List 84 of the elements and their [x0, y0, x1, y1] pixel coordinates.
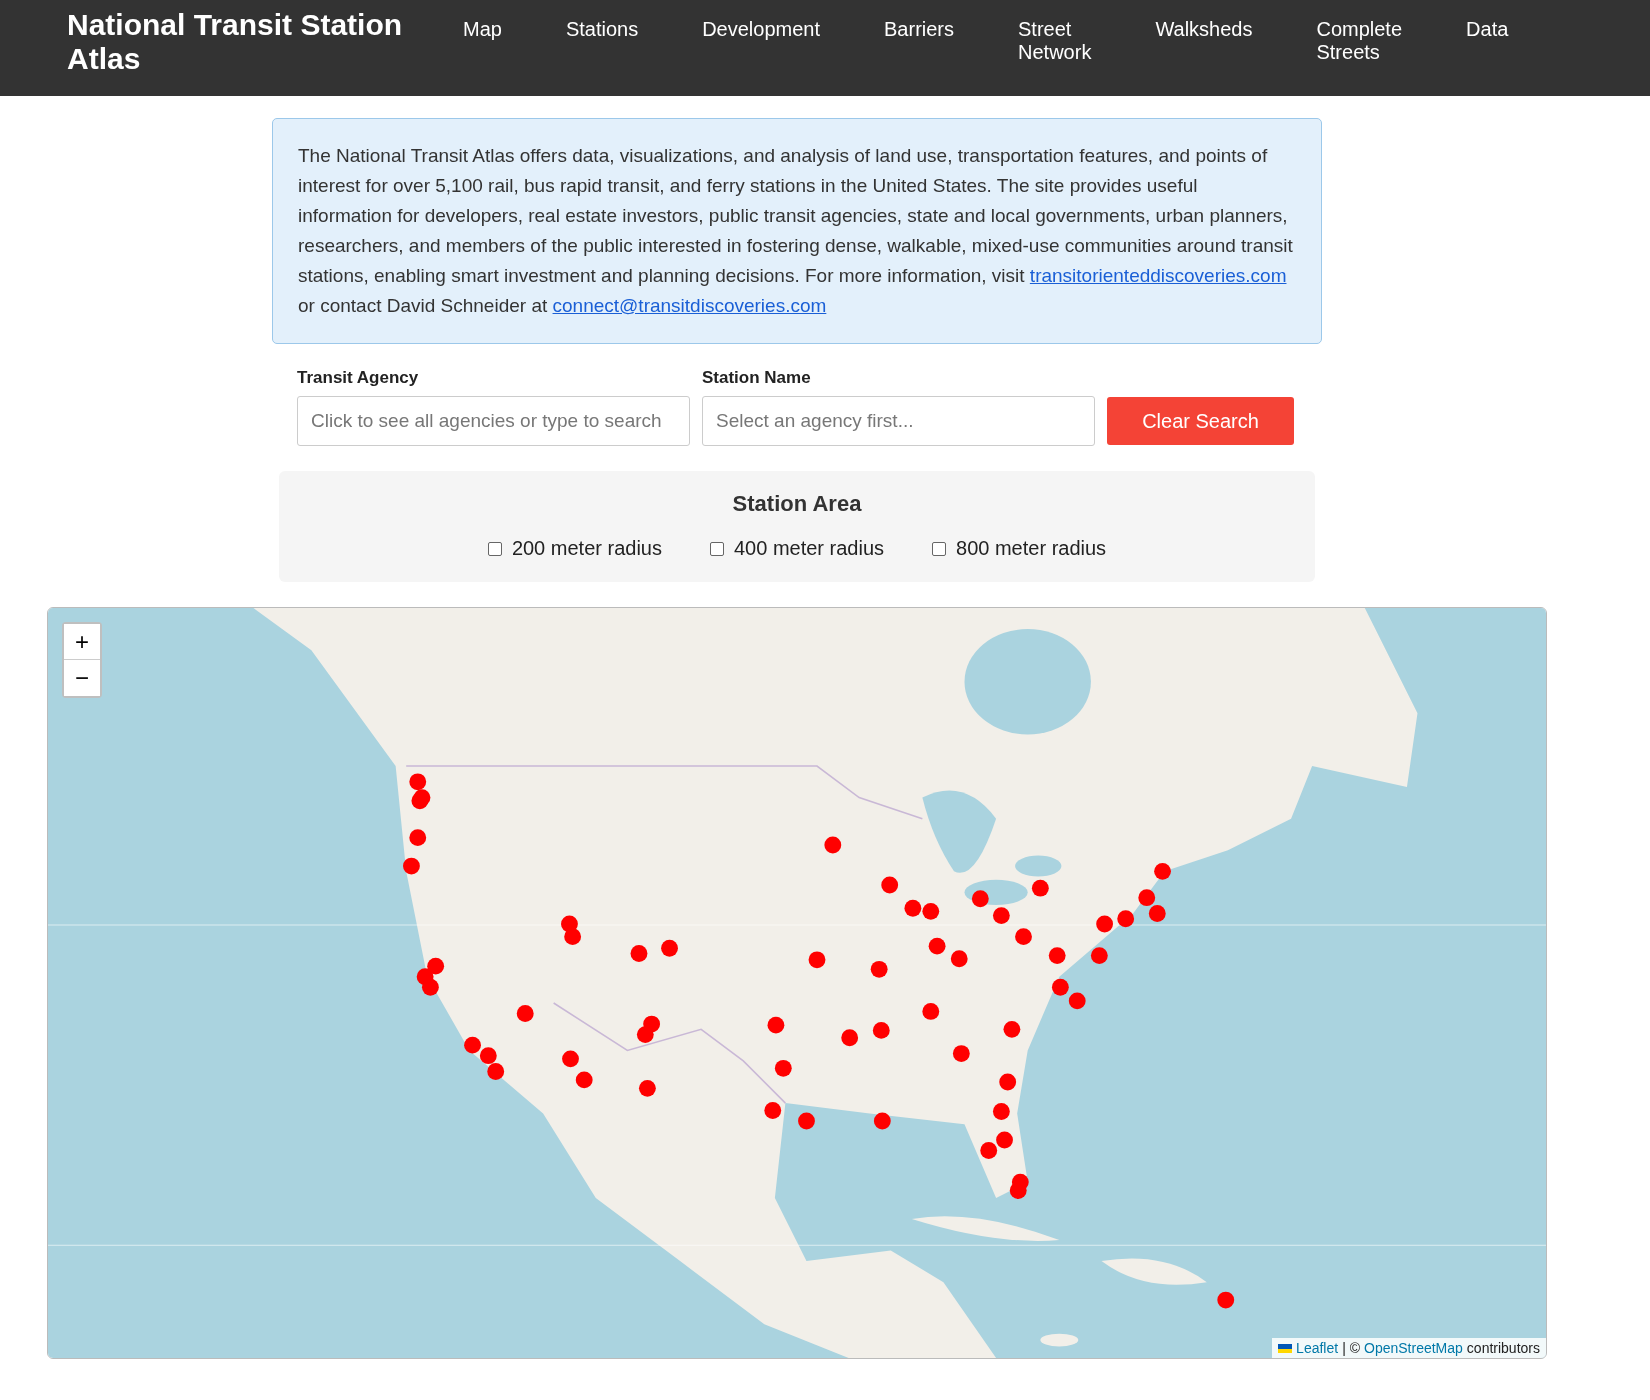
checkbox-label: 400 meter radius: [733, 537, 885, 560]
station-marker[interactable]: [409, 829, 427, 847]
station-marker[interactable]: [808, 951, 826, 969]
station-marker[interactable]: [1003, 1020, 1021, 1038]
checkbox[interactable]: [932, 541, 947, 556]
station-marker[interactable]: [798, 1112, 815, 1130]
station-marker[interactable]: [980, 1142, 998, 1159]
site-title: National Transit Station Atlas: [67, 8, 404, 76]
station-marker[interactable]: [639, 1079, 656, 1097]
flag-icon: [1278, 1343, 1293, 1353]
station-marker[interactable]: [575, 1071, 593, 1089]
station-marker[interactable]: [841, 1029, 859, 1047]
station-marker[interactable]: [999, 1073, 1017, 1091]
station-marker[interactable]: [409, 773, 427, 791]
station-marker[interactable]: [479, 1047, 497, 1065]
station-marker[interactable]: [992, 1103, 1010, 1120]
checkbox-label: 800 meter radius: [956, 537, 1107, 560]
field-label: Station Name: [702, 368, 812, 388]
station-marker[interactable]: [881, 876, 899, 894]
station-marker[interactable]: [1068, 992, 1086, 1010]
station-marker[interactable]: [562, 1050, 579, 1068]
station-marker[interactable]: [950, 950, 968, 968]
nav-link[interactable]: Map: [463, 18, 502, 64]
station-marker[interactable]: [992, 907, 1010, 924]
station-marker[interactable]: [996, 1131, 1013, 1149]
station-marker[interactable]: [1031, 879, 1049, 897]
station-marker[interactable]: [928, 937, 946, 955]
station-marker[interactable]: [1096, 915, 1114, 933]
field-label: Transit Agency: [297, 368, 420, 388]
attribution-link[interactable]: OpenStreetMap: [1364, 1340, 1463, 1356]
station-marker[interactable]: [952, 1045, 970, 1062]
station-marker[interactable]: [922, 1003, 940, 1020]
section-heading: Station Area: [732, 491, 862, 517]
checkbox[interactable]: [709, 541, 724, 556]
station-marker[interactable]: [870, 960, 888, 978]
nav-link[interactable]: Walksheds: [1155, 18, 1253, 64]
station-marker[interactable]: [774, 1059, 792, 1077]
station-marker[interactable]: [1148, 905, 1166, 922]
station-marker[interactable]: [873, 1112, 891, 1130]
station-marker[interactable]: [1117, 910, 1135, 928]
station-marker[interactable]: [767, 1016, 785, 1034]
station-marker[interactable]: [421, 978, 439, 996]
station-marker[interactable]: [636, 1026, 654, 1044]
station-marker[interactable]: [872, 1021, 890, 1039]
station-marker[interactable]: [630, 945, 648, 962]
station-marker[interactable]: [824, 836, 842, 854]
station-marker[interactable]: [1138, 889, 1156, 907]
station-marker[interactable]: [922, 902, 940, 920]
input-field[interactable]: Select an agency first...: [702, 396, 1095, 446]
station-marker[interactable]: [1015, 928, 1032, 946]
zoom-in-button[interactable]: +: [64, 624, 100, 660]
nav-link[interactable]: Data: [1466, 18, 1509, 64]
station-marker[interactable]: [1009, 1182, 1027, 1199]
nav-link[interactable]: Development: [702, 18, 820, 64]
station-marker[interactable]: [1048, 947, 1066, 965]
checkbox-label: 200 meter radius: [511, 537, 662, 560]
station-marker[interactable]: [904, 899, 922, 917]
station-marker[interactable]: [1154, 862, 1171, 880]
station-marker[interactable]: [764, 1102, 782, 1119]
text-link[interactable]: connect@transitdiscoveries.com: [552, 295, 827, 316]
nav-link[interactable]: Barriers: [884, 18, 955, 64]
checkbox[interactable]: [487, 541, 502, 556]
station-marker[interactable]: [564, 928, 582, 946]
attribution-link[interactable]: Leaflet: [1296, 1340, 1339, 1356]
station-marker[interactable]: [403, 857, 420, 875]
station-marker[interactable]: [464, 1036, 481, 1054]
station-marker[interactable]: [1217, 1291, 1235, 1309]
clear-search-button[interactable]: Clear Search: [1107, 397, 1294, 445]
station-marker[interactable]: [487, 1063, 505, 1080]
station-marker[interactable]: [661, 939, 678, 957]
text-link[interactable]: transitorienteddiscoveries.com: [1029, 265, 1287, 286]
station-marker[interactable]: [411, 792, 429, 810]
attribution-text: | ©: [1342, 1340, 1360, 1356]
station-marker[interactable]: [516, 1005, 534, 1022]
station-marker[interactable]: [971, 890, 989, 908]
nav-link[interactable]: Complete Streets: [1316, 18, 1403, 64]
nav-link[interactable]: Stations: [565, 18, 639, 64]
nav-link[interactable]: Street Network: [1018, 18, 1092, 64]
station-marker[interactable]: [427, 957, 445, 975]
station-marker[interactable]: [1051, 978, 1069, 996]
input-field[interactable]: Click to see all agencies or type to search: [297, 396, 690, 446]
station-marker[interactable]: [1090, 947, 1108, 965]
attribution-text: contributors: [1466, 1340, 1540, 1356]
intro-paragraph: The National Transit Atlas offers data, visualizations, and analysis of land use, transportation features, and points of interest for over 5,100 rail, bus rapid transit, and ferry stations in the United States. The site provides useful information for developers, real estate investors, public transit agencies, state and local governments, urban planners, researchers, and members of the public interested in fostering dense, walkable, mixed-use communities around transit stations, enabling smart investment and planning decisions. For more information, visit transitorienteddiscoveries.com or contact David Schneider at connect@transitdiscoveries.com: [298, 144, 1294, 318]
